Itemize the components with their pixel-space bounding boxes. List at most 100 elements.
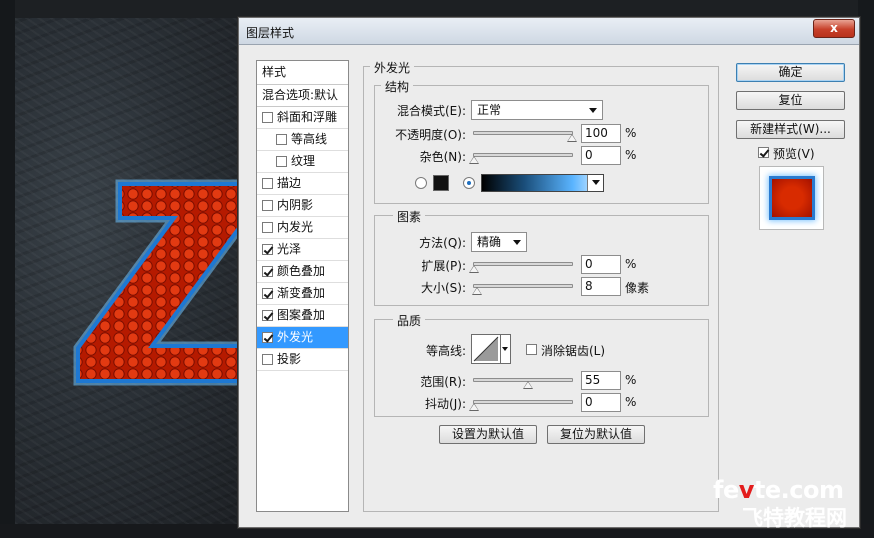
glow-color-swatch[interactable] bbox=[433, 175, 449, 191]
style-item-checkbox[interactable] bbox=[262, 178, 273, 189]
style-item-checkbox[interactable] bbox=[276, 156, 287, 167]
noise-slider-thumb[interactable] bbox=[469, 156, 479, 164]
solid-color-radio[interactable] bbox=[415, 177, 427, 189]
opacity-input[interactable]: 100 bbox=[581, 124, 621, 143]
preview-checkbox[interactable] bbox=[758, 147, 769, 158]
style-item-label: 斜面和浮雕 bbox=[277, 110, 338, 124]
style-item-label: 图案叠加 bbox=[277, 308, 326, 322]
style-item-label: 光泽 bbox=[277, 242, 302, 256]
elements-group: 图素 方法(Q): 精确 扩展(P): 0 % 大小(S): 8 像素 bbox=[374, 208, 709, 306]
close-button[interactable]: x bbox=[813, 19, 855, 38]
opacity-slider[interactable] bbox=[473, 131, 577, 142]
style-items: 斜面和浮雕等高线纹理描边内阴影内发光光泽颜色叠加渐变叠加图案叠加外发光投影 bbox=[257, 107, 348, 371]
style-list: 样式 混合选项:默认 斜面和浮雕等高线纹理描边内阴影内发光光泽颜色叠加渐变叠加图… bbox=[256, 60, 349, 512]
style-item-checkbox[interactable] bbox=[262, 222, 273, 233]
style-item-checkbox[interactable] bbox=[262, 288, 273, 299]
antialias-checkbox[interactable] bbox=[526, 344, 537, 355]
style-item[interactable]: 纹理 bbox=[257, 151, 348, 173]
style-item-checkbox[interactable] bbox=[262, 200, 273, 211]
style-item[interactable]: 等高线 bbox=[257, 129, 348, 151]
style-item[interactable]: 内阴影 bbox=[257, 195, 348, 217]
jitter-slider-thumb[interactable] bbox=[469, 403, 479, 411]
blend-mode-label: 混合模式(E): bbox=[397, 104, 466, 118]
size-slider[interactable] bbox=[472, 284, 573, 295]
gradient-radio[interactable] bbox=[463, 177, 475, 189]
style-item[interactable]: 图案叠加 bbox=[257, 305, 348, 327]
spread-input[interactable]: 0 bbox=[581, 255, 621, 274]
style-item-label: 渐变叠加 bbox=[277, 286, 326, 300]
style-item-checkbox[interactable] bbox=[262, 310, 273, 321]
range-slider-thumb[interactable] bbox=[523, 381, 533, 389]
ok-button[interactable]: 确定 bbox=[736, 63, 845, 82]
canvas-border-right bbox=[858, 0, 874, 538]
size-slider-thumb[interactable] bbox=[472, 287, 482, 295]
artwork-letter-z bbox=[73, 179, 250, 386]
jitter-label: 抖动(J): bbox=[425, 397, 466, 411]
style-item[interactable]: 渐变叠加 bbox=[257, 283, 348, 305]
range-label: 范围(R): bbox=[420, 375, 466, 389]
dialog-titlebar[interactable]: 图层样式 x bbox=[239, 18, 859, 45]
blend-mode-value: 正常 bbox=[477, 103, 502, 117]
spread-slider-thumb[interactable] bbox=[469, 265, 479, 273]
outer-glow-title: 外发光 bbox=[370, 59, 415, 76]
make-default-button[interactable]: 设置为默认值 bbox=[439, 425, 537, 444]
range-slider[interactable] bbox=[473, 378, 573, 389]
reset-default-button[interactable]: 复位为默认值 bbox=[547, 425, 645, 444]
technique-label: 方法(Q): bbox=[419, 236, 466, 250]
blending-options-item[interactable]: 混合选项:默认 bbox=[257, 85, 348, 107]
noise-input[interactable]: 0 bbox=[581, 146, 621, 165]
jitter-input[interactable]: 0 bbox=[581, 393, 621, 412]
style-item[interactable]: 描边 bbox=[257, 173, 348, 195]
style-item[interactable]: 颜色叠加 bbox=[257, 261, 348, 283]
style-item[interactable]: 外发光 bbox=[257, 327, 348, 349]
style-item[interactable]: 斜面和浮雕 bbox=[257, 107, 348, 129]
style-item-checkbox[interactable] bbox=[276, 134, 287, 145]
style-item-checkbox[interactable] bbox=[262, 332, 273, 343]
quality-title: 品质 bbox=[393, 312, 426, 329]
spread-slider[interactable] bbox=[469, 262, 573, 273]
reset-button[interactable]: 复位 bbox=[736, 91, 845, 110]
style-item-checkbox[interactable] bbox=[262, 244, 273, 255]
range-unit: % bbox=[625, 373, 637, 387]
style-item-label: 等高线 bbox=[291, 132, 328, 146]
noise-unit: % bbox=[625, 148, 637, 162]
jitter-slider[interactable] bbox=[469, 400, 573, 411]
style-item[interactable]: 投影 bbox=[257, 349, 348, 371]
style-item-checkbox[interactable] bbox=[262, 354, 273, 365]
technique-select[interactable]: 精确 bbox=[471, 232, 527, 252]
jitter-unit: % bbox=[625, 395, 637, 409]
preview-label: 预览(V) bbox=[773, 147, 815, 161]
style-item-label: 颜色叠加 bbox=[277, 264, 326, 278]
dialog-title: 图层样式 bbox=[246, 26, 295, 40]
glow-gradient-picker[interactable] bbox=[481, 174, 604, 192]
style-item-label: 描边 bbox=[277, 176, 302, 190]
blend-mode-select[interactable]: 正常 bbox=[471, 100, 603, 120]
watermark-domain: fevte.com bbox=[713, 476, 844, 504]
style-item[interactable]: 光泽 bbox=[257, 239, 348, 261]
style-item-label: 投影 bbox=[277, 352, 302, 366]
contour-picker[interactable] bbox=[471, 334, 501, 364]
opacity-label: 不透明度(O): bbox=[395, 128, 466, 142]
style-item-checkbox[interactable] bbox=[262, 112, 273, 123]
style-item-label: 内发光 bbox=[277, 220, 314, 234]
close-icon: x bbox=[830, 21, 838, 35]
new-style-button[interactable]: 新建样式(W)... bbox=[736, 120, 845, 139]
style-item[interactable]: 内发光 bbox=[257, 217, 348, 239]
noise-slider[interactable] bbox=[469, 153, 573, 164]
elements-title: 图素 bbox=[393, 208, 426, 225]
contour-curve-icon bbox=[473, 336, 499, 362]
style-item-label: 外发光 bbox=[277, 330, 314, 344]
layer-style-dialog: 图层样式 x 样式 混合选项:默认 斜面和浮雕等高线纹理描边内阴影内发光光泽颜色… bbox=[238, 17, 860, 528]
structure-title: 结构 bbox=[381, 78, 414, 95]
style-list-header[interactable]: 样式 bbox=[257, 61, 348, 85]
technique-value: 精确 bbox=[477, 235, 502, 249]
opacity-slider-thumb[interactable] bbox=[567, 134, 577, 142]
style-item-label: 纹理 bbox=[291, 154, 316, 168]
noise-label: 杂色(N): bbox=[419, 150, 466, 164]
size-input[interactable]: 8 bbox=[581, 277, 621, 296]
range-input[interactable]: 55 bbox=[581, 371, 621, 390]
preview-swatch bbox=[772, 179, 812, 217]
contour-dropdown[interactable] bbox=[501, 334, 511, 364]
gradient-dropdown-icon[interactable] bbox=[587, 175, 603, 191]
style-item-checkbox[interactable] bbox=[262, 266, 273, 277]
